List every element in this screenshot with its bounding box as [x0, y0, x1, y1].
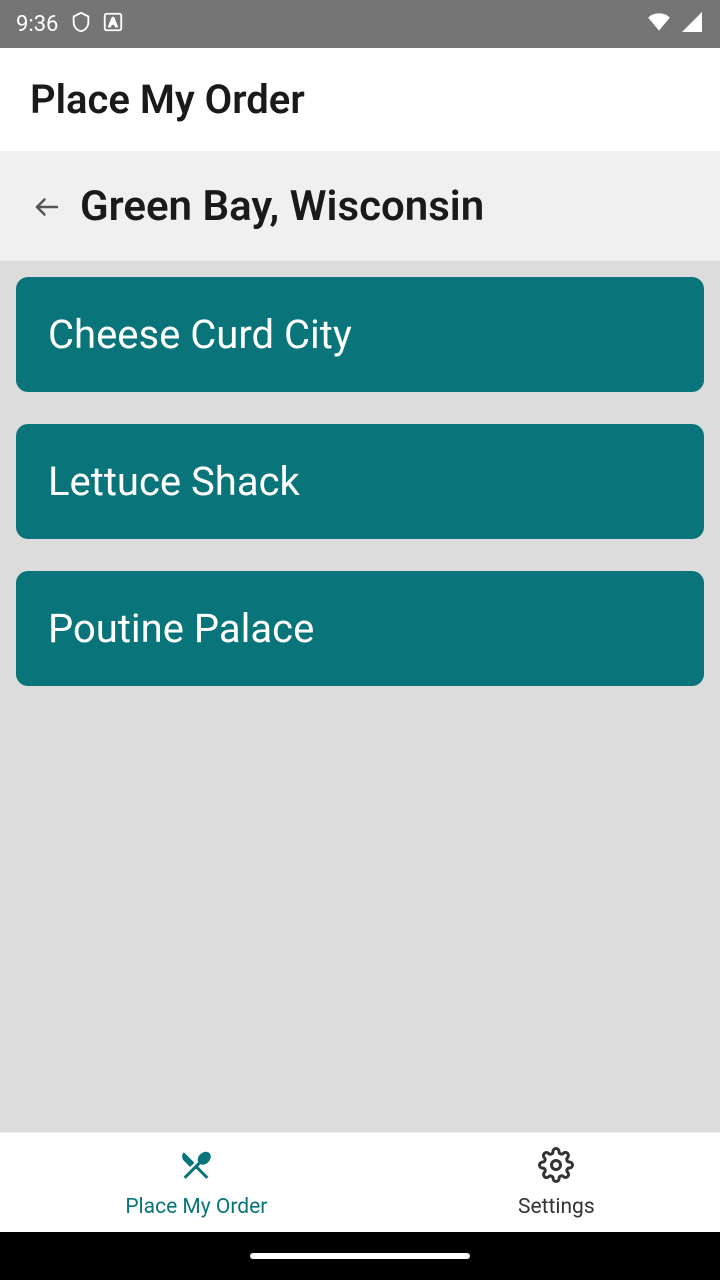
status-left: 9:36 A — [16, 11, 124, 37]
restaurant-name: Cheese Curd City — [48, 311, 352, 358]
wifi-icon — [646, 9, 672, 39]
nav-label-settings: Settings — [518, 1195, 595, 1219]
restaurant-name: Lettuce Shack — [48, 458, 300, 505]
restaurant-list: Cheese Curd City Lettuce Shack Poutine P… — [0, 261, 720, 1132]
nav-pill[interactable] — [250, 1253, 470, 1259]
restaurant-card-cheese-curd-city[interactable]: Cheese Curd City — [16, 277, 704, 392]
app-header: Place My Order — [0, 48, 720, 152]
shield-icon — [70, 11, 92, 37]
svg-text:A: A — [109, 16, 117, 30]
restaurant-card-lettuce-shack[interactable]: Lettuce Shack — [16, 424, 704, 539]
system-nav — [0, 1232, 720, 1280]
status-time: 9:36 — [16, 12, 58, 37]
bottom-nav: Place My Order Settings — [0, 1132, 720, 1232]
status-icons-left: A — [70, 11, 124, 37]
status-bar: 9:36 A — [0, 0, 720, 48]
restaurant-card-poutine-palace[interactable]: Poutine Palace — [16, 571, 704, 686]
a-badge-icon: A — [102, 11, 124, 37]
status-right — [646, 9, 704, 39]
nav-label-order: Place My Order — [125, 1195, 267, 1219]
page-title: Place My Order — [30, 76, 690, 123]
nav-item-settings[interactable]: Settings — [518, 1147, 595, 1219]
restaurant-icon — [178, 1147, 214, 1187]
restaurant-name: Poutine Palace — [48, 605, 314, 652]
nav-item-order[interactable]: Place My Order — [125, 1147, 267, 1219]
cellular-icon — [680, 10, 704, 38]
gear-icon — [538, 1147, 574, 1187]
location-title: Green Bay, Wisconsin — [80, 182, 484, 231]
location-header: Green Bay, Wisconsin — [0, 152, 720, 261]
back-arrow-icon[interactable] — [32, 192, 62, 222]
